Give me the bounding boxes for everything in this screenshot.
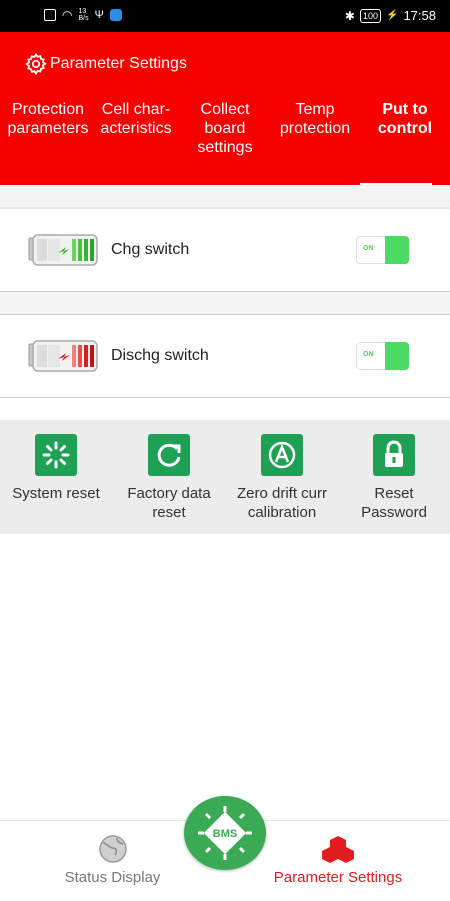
tab-label-line: Temp: [295, 101, 335, 118]
page-title: Parameter Settings: [50, 55, 187, 72]
tab-collect-board-settings[interactable]: Collect board settings: [180, 100, 270, 157]
status-bar: ◠ 13 B/s Ψ ✱ 100 ⚡ 17:58: [0, 0, 450, 32]
spinner-glyph: [42, 441, 70, 469]
tab-label-line: parameters: [7, 120, 89, 137]
nav-parameter-settings-label: Parameter Settings: [273, 869, 403, 886]
divider: [0, 397, 450, 398]
chg-switch-label: Chg switch: [111, 241, 190, 258]
spacer: [0, 185, 450, 207]
loading-spinner-icon: [35, 434, 77, 476]
bms-center-button[interactable]: BMS: [184, 796, 266, 870]
gear-icon[interactable]: [24, 52, 48, 76]
dischg-switch-label: Dischg switch: [111, 347, 209, 364]
tab-temp-protection[interactable]: Temp protection: [270, 100, 360, 138]
zero-drift-calibration-button[interactable]: Zero drift curr calibration: [226, 434, 338, 522]
spacer: [0, 292, 450, 314]
padlock-icon: [373, 434, 415, 476]
battery-indicator: 100: [359, 8, 381, 23]
reset-password-label: Reset Password: [338, 484, 450, 522]
tab-label-line: board: [204, 120, 246, 137]
chg-switch-row: Chg switch ON: [0, 209, 450, 291]
nav-status-display-label: Status Display: [64, 869, 161, 886]
dischg-switch-row: Dischg switch ON: [0, 315, 450, 397]
reset-password-button[interactable]: Reset Password: [338, 434, 450, 522]
tab-label-line: acteristics: [100, 120, 172, 137]
factory-data-reset-label: Factory data reset: [113, 484, 225, 522]
letter-a-icon: [261, 434, 303, 476]
tab-label-line: settings: [197, 139, 253, 156]
refresh-glyph: [157, 443, 181, 467]
app-header: Parameter Settings Protection parameters…: [0, 32, 450, 185]
system-reset-label: System reset: [12, 485, 100, 502]
tab-label-line: control: [377, 120, 433, 137]
label-line: calibration: [247, 504, 317, 521]
label-line: Factory data: [127, 485, 211, 502]
charging-battery-icon: [28, 234, 98, 266]
usb-icon: Ψ: [94, 9, 104, 21]
tab-label-line: Cell char-: [101, 101, 171, 118]
title-row: Parameter Settings: [24, 52, 187, 76]
discharging-battery-icon: [28, 340, 98, 372]
label-line: reset: [152, 504, 186, 521]
toggle-state-label: ON: [363, 245, 374, 252]
toggle-knob: [385, 236, 409, 264]
action-panel: System reset Factory data reset Zero dri…: [0, 420, 450, 534]
tab-put-to-control[interactable]: Put to control: [360, 100, 450, 138]
tab-label-line: Put to: [382, 101, 428, 118]
label-line: Password: [361, 504, 427, 521]
label-line: Reset: [374, 485, 414, 502]
network-speed-value: 13: [78, 8, 87, 15]
tab-label-line: Protection: [11, 101, 85, 118]
system-reset-button[interactable]: System reset: [0, 434, 112, 503]
tab-bar: Protection parameters Cell char- acteris…: [0, 100, 450, 185]
tab-protection-parameters[interactable]: Protection parameters: [4, 100, 92, 138]
nav-status-display[interactable]: Status Display: [40, 833, 185, 886]
bms-badge-text: BMS: [213, 828, 237, 840]
label-line: Zero drift curr: [236, 485, 327, 502]
charging-icon: ⚡: [386, 10, 399, 21]
clock: 17:58: [403, 8, 436, 23]
letter-a-glyph: [268, 441, 296, 469]
app-notification-icon: [109, 9, 122, 21]
padlock-glyph: [385, 440, 403, 467]
cubes-icon: [322, 836, 354, 863]
toggle-state-label: ON: [363, 351, 374, 358]
tab-label-line: Collect: [200, 101, 250, 118]
wifi-icon: ◠: [62, 8, 73, 22]
tab-cell-characteristics[interactable]: Cell char- acteristics: [92, 100, 180, 138]
chg-switch-toggle[interactable]: ON: [356, 236, 409, 264]
network-speed: 13 B/s: [78, 8, 88, 22]
bluetooth-icon: ✱: [344, 8, 355, 23]
zero-drift-calibration-label: Zero drift curr calibration: [226, 484, 338, 522]
chip-icon: BMS: [198, 806, 252, 860]
tab-label-line: protection: [279, 120, 351, 137]
globe-icon: [98, 835, 127, 863]
nav-parameter-settings[interactable]: Parameter Settings: [258, 833, 418, 886]
refresh-icon: [148, 434, 190, 476]
network-speed-unit: B/s: [78, 15, 89, 22]
sim-icon: [44, 9, 56, 21]
factory-data-reset-button[interactable]: Factory data reset: [113, 434, 225, 522]
toggle-knob: [385, 342, 409, 370]
dischg-switch-toggle[interactable]: ON: [356, 342, 409, 370]
